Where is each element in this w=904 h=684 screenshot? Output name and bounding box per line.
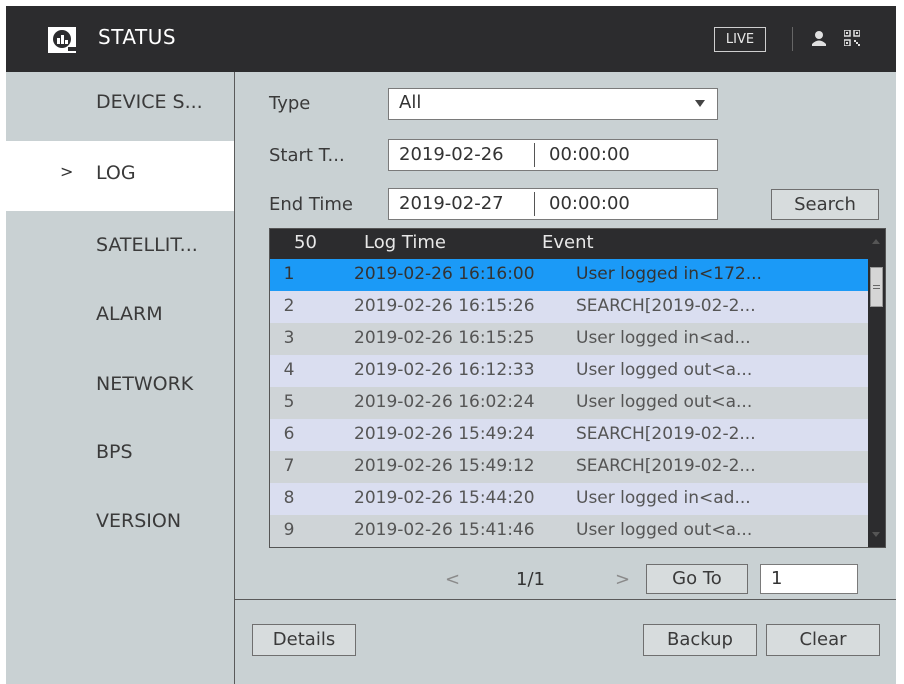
- backup-button[interactable]: Backup: [643, 624, 757, 656]
- title-divider: [792, 27, 793, 51]
- table-row[interactable]: 1 2019-02-26 16:16:00 User logged in<172..…: [270, 259, 868, 291]
- sidebar-item-device-status[interactable]: DEVICE S...: [6, 72, 234, 136]
- sidebar-item-log[interactable]: > LOG: [6, 141, 234, 211]
- row-event: SEARCH[2019-02-2...: [576, 456, 756, 476]
- row-event: User logged out<a...: [576, 520, 753, 540]
- row-event: User logged in<ad...: [576, 328, 751, 348]
- magnifier-chart-icon: [48, 27, 76, 53]
- scroll-down-icon[interactable]: [872, 532, 880, 537]
- sidebar-item-label: BPS: [96, 441, 133, 463]
- sidebar-item-label: SATELLIT...: [96, 234, 198, 256]
- qr-code-icon[interactable]: [844, 30, 860, 46]
- start-time-label: Start T...: [269, 145, 345, 166]
- row-log-time: 2019-02-26 16:15:26: [354, 296, 535, 316]
- sidebar: DEVICE S... > LOG SATELLIT... ALARM NETW…: [6, 72, 234, 684]
- header-count: 50: [294, 232, 317, 253]
- datetime-divider: [534, 143, 535, 167]
- user-icon[interactable]: [812, 30, 826, 46]
- details-button[interactable]: Details: [252, 624, 356, 656]
- footer-divider: [234, 599, 896, 600]
- type-select-value: All: [399, 92, 422, 113]
- title-bar: STATUS LIVE: [6, 6, 896, 72]
- row-event: SEARCH[2019-02-2...: [576, 296, 756, 316]
- row-log-time: 2019-02-26 16:16:00: [354, 264, 535, 284]
- row-number: 7: [283, 456, 295, 476]
- table-header: 50 Log Time Event: [270, 229, 868, 259]
- row-log-time: 2019-02-26 15:44:20: [354, 488, 535, 508]
- row-number: 8: [283, 488, 295, 508]
- row-log-time: 2019-02-26 16:12:33: [354, 360, 535, 380]
- datetime-divider: [534, 192, 535, 216]
- start-datetime-field[interactable]: 2019-02-26 00:00:00: [388, 139, 718, 171]
- sidebar-item-label: NETWORK: [96, 373, 194, 395]
- page-number-input[interactable]: 1: [760, 564, 858, 594]
- sidebar-item-alarm[interactable]: ALARM: [6, 284, 234, 348]
- table-row[interactable]: 8 2019-02-26 15:44:20 User logged in<ad...: [270, 483, 868, 515]
- type-label: Type: [269, 93, 311, 114]
- page-title: STATUS: [98, 25, 177, 49]
- table-row[interactable]: 4 2019-02-26 16:12:33 User logged out<a...: [270, 355, 868, 387]
- sidebar-item-label: LOG: [96, 162, 136, 184]
- row-event: User logged out<a...: [576, 392, 753, 412]
- live-button[interactable]: LIVE: [714, 27, 766, 52]
- table-row[interactable]: 5 2019-02-26 16:02:24 User logged out<a...: [270, 387, 868, 419]
- next-page-button[interactable]: >: [615, 569, 630, 590]
- end-time-value[interactable]: 00:00:00: [549, 193, 630, 214]
- row-number: 4: [283, 360, 295, 380]
- row-number: 6: [283, 424, 295, 444]
- log-table: 50 Log Time Event 1 2019-02-26 16:16:00 Us…: [269, 228, 886, 548]
- sidebar-item-bps[interactable]: BPS: [6, 422, 234, 486]
- table-row[interactable]: 9 2019-02-26 15:41:46 User logged out<a...: [270, 515, 868, 547]
- start-time-value[interactable]: 00:00:00: [549, 144, 630, 165]
- row-number: 1: [283, 264, 295, 284]
- table-row[interactable]: 3 2019-02-26 16:15:25 User logged in<ad...: [270, 323, 868, 355]
- search-button[interactable]: Search: [771, 189, 879, 220]
- row-number: 2: [283, 296, 295, 316]
- row-event: User logged in<172...: [576, 264, 762, 284]
- row-number: 5: [283, 392, 295, 412]
- sidebar-item-label: DEVICE S...: [96, 91, 203, 113]
- header-log-time[interactable]: Log Time: [364, 232, 446, 253]
- row-log-time: 2019-02-26 16:02:24: [354, 392, 535, 412]
- sidebar-item-version[interactable]: VERSION: [6, 491, 234, 555]
- type-select[interactable]: All: [388, 88, 718, 120]
- table-scrollbar[interactable]: [868, 229, 885, 547]
- table-row[interactable]: 6 2019-02-26 15:49:24 SEARCH[2019-02-2...: [270, 419, 868, 451]
- row-log-time: 2019-02-26 15:41:46: [354, 520, 535, 540]
- row-number: 3: [283, 328, 295, 348]
- chevron-down-icon: [695, 100, 705, 107]
- table-row[interactable]: 7 2019-02-26 15:49:12 SEARCH[2019-02-2...: [270, 451, 868, 483]
- scroll-thumb[interactable]: [870, 267, 883, 307]
- sidebar-item-label: VERSION: [96, 510, 182, 532]
- clear-button[interactable]: Clear: [766, 624, 880, 656]
- sidebar-item-satellite[interactable]: SATELLIT...: [6, 215, 234, 279]
- status-window: STATUS LIVE DEVICE S... > LOG SATELLIT..…: [6, 6, 896, 684]
- row-event: SEARCH[2019-02-2...: [576, 424, 756, 444]
- sidebar-divider: [234, 72, 235, 684]
- header-event[interactable]: Event: [542, 232, 594, 253]
- end-date-value[interactable]: 2019-02-27: [399, 193, 504, 214]
- row-event: User logged out<a...: [576, 360, 753, 380]
- prev-page-button[interactable]: <: [445, 569, 460, 590]
- row-event: User logged in<ad...: [576, 488, 751, 508]
- table-row[interactable]: 2 2019-02-26 16:15:26 SEARCH[2019-02-2...: [270, 291, 868, 323]
- row-number: 9: [283, 520, 295, 540]
- row-log-time: 2019-02-26 15:49:12: [354, 456, 535, 476]
- end-time-label: End Time: [269, 194, 353, 215]
- sidebar-item-network[interactable]: NETWORK: [6, 354, 234, 418]
- row-log-time: 2019-02-26 16:15:25: [354, 328, 535, 348]
- page-indicator: 1/1: [516, 569, 545, 590]
- scroll-up-icon[interactable]: [872, 239, 880, 244]
- table-body: 1 2019-02-26 16:16:00 User logged in<172..…: [270, 259, 868, 547]
- go-to-button[interactable]: Go To: [646, 564, 748, 594]
- sidebar-item-label: ALARM: [96, 303, 163, 325]
- row-log-time: 2019-02-26 15:49:24: [354, 424, 535, 444]
- end-datetime-field[interactable]: 2019-02-27 00:00:00: [388, 188, 718, 220]
- chevron-right-icon: >: [60, 162, 74, 181]
- start-date-value[interactable]: 2019-02-26: [399, 144, 504, 165]
